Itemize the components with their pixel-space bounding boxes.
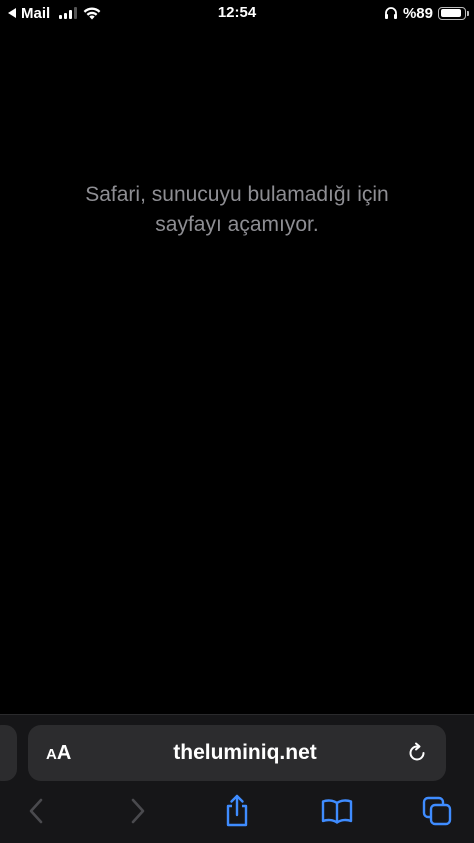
forward-button[interactable] <box>120 794 154 828</box>
previous-tab-preview[interactable] <box>0 725 17 781</box>
back-app-label: Mail <box>21 4 51 22</box>
chevron-right-icon <box>131 798 145 824</box>
error-line-1: Safari, sunucuyu bulamadığı için <box>85 183 389 206</box>
battery-percentage: %89 <box>402 4 433 22</box>
cellular-signal-icon <box>59 7 78 19</box>
book-icon <box>321 799 353 824</box>
battery-icon <box>438 6 469 20</box>
status-left: Mail <box>8 5 102 22</box>
url-text[interactable]: theluminiq.net <box>106 741 384 765</box>
reload-button[interactable] <box>404 740 430 766</box>
battery-level <box>440 9 461 17</box>
back-to-app-button[interactable]: Mail <box>8 5 50 22</box>
tabs-icon <box>422 796 452 826</box>
back-arrow-icon <box>8 8 16 18</box>
aa-large-glyph: A <box>56 741 72 764</box>
status-right: %89 <box>384 4 469 22</box>
chevron-left-icon <box>29 798 43 824</box>
bookmarks-button[interactable] <box>320 794 354 828</box>
wifi-icon <box>83 7 101 20</box>
bottom-toolbar: A A theluminiq.net <box>0 714 474 843</box>
back-button[interactable] <box>20 794 54 828</box>
navigation-bar <box>0 787 474 835</box>
status-bar: Mail 12:54 %89 <box>0 0 474 26</box>
share-icon <box>226 794 248 827</box>
reload-icon <box>409 742 425 761</box>
share-button[interactable] <box>220 794 254 828</box>
page-settings-button[interactable]: A A <box>46 742 106 765</box>
headphones-icon <box>384 7 397 19</box>
tabs-button[interactable] <box>420 794 454 828</box>
address-bar[interactable]: A A theluminiq.net <box>28 725 446 781</box>
aa-small-glyph: A <box>46 745 57 763</box>
error-message: Safari, sunucuyu bulamadığı için sayfayı… <box>0 180 474 240</box>
error-line-2: sayfayı açamıyor. <box>155 213 319 236</box>
